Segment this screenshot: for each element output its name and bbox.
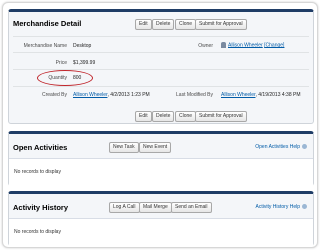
delete-button[interactable]: Delete [152, 19, 175, 30]
price-label: Price [55, 60, 67, 66]
created-by-value: Allison Wheeler, 4/2/2013 1:23 PM [73, 92, 150, 98]
submit-for-approval-button[interactable]: Submit for Approval [195, 19, 247, 30]
owner-link[interactable]: Allison Wheeler [228, 42, 263, 48]
clone-button[interactable]: Clone [175, 19, 197, 30]
created-by-user-link[interactable]: Allison Wheeler [73, 92, 107, 98]
divider [13, 36, 309, 37]
no-records-text: No records to display [14, 229, 61, 235]
help-icon[interactable] [302, 204, 307, 210]
merchandise-detail-section: Merchandise Detail Edit Delete Clone Sub… [8, 9, 314, 124]
log-a-call-button[interactable]: Log A Call [109, 202, 140, 213]
last-modified-by-value: Allison Wheeler, 4/19/2013 4:38 PM [221, 92, 301, 98]
last-modified-date: , 4/19/2013 4:38 PM [255, 92, 301, 98]
delete-button-bottom[interactable]: Delete [152, 111, 175, 122]
owner-value: Allison Wheeler [Change] [221, 42, 284, 48]
last-modified-user-link[interactable]: Allison Wheeler [221, 92, 255, 98]
divider [13, 86, 309, 87]
open-activities-body: No records to display [9, 158, 313, 186]
no-records-text: No records to display [14, 169, 61, 175]
price-value: $1,399.99 [73, 60, 96, 66]
owner-label: Owner [198, 43, 213, 49]
screenshot-frame: Merchandise Detail Edit Delete Clone Sub… [2, 2, 318, 248]
user-icon [221, 42, 226, 48]
edit-button-bottom[interactable]: Edit [135, 111, 152, 122]
created-by-label: Created By [41, 92, 67, 98]
page-title: Merchandise Detail [13, 19, 82, 28]
mail-merge-button[interactable]: Mail Merge [139, 202, 172, 213]
new-event-button[interactable]: New Event [139, 142, 172, 153]
merchandise-name-value: Desktop [73, 43, 92, 49]
divider [13, 52, 309, 53]
help-icon[interactable] [302, 144, 307, 150]
send-an-email-button[interactable]: Send an Email [171, 202, 212, 213]
activity-history-body: No records to display [9, 218, 313, 246]
open-activities-title: Open Activities [13, 143, 68, 152]
last-modified-by-label: Last Modified By [176, 92, 213, 98]
quantity-label: Quantity [48, 75, 67, 81]
activity-history-section: Activity History Log A Call Mail Merge S… [8, 191, 314, 246]
activity-history-help-link[interactable]: Activity History Help [256, 204, 307, 210]
merchandise-name-label: Merchandise Name [23, 43, 67, 49]
edit-button[interactable]: Edit [135, 19, 152, 30]
new-task-button[interactable]: New Task [109, 142, 139, 153]
open-activities-help-link[interactable]: Open Activities Help [255, 144, 307, 150]
created-by-date: , 4/2/2013 1:23 PM [107, 92, 150, 98]
quantity-value: 800 [73, 75, 82, 81]
activity-history-help-label[interactable]: Activity History Help [256, 204, 300, 210]
open-activities-help-label[interactable]: Open Activities Help [255, 144, 300, 150]
submit-for-approval-button-bottom[interactable]: Submit for Approval [195, 111, 247, 122]
owner-change-link[interactable]: [Change] [264, 42, 284, 48]
activity-history-title: Activity History [13, 203, 69, 212]
open-activities-section: Open Activities New Task New Event Open … [8, 131, 314, 186]
clone-button-bottom[interactable]: Clone [175, 111, 197, 122]
